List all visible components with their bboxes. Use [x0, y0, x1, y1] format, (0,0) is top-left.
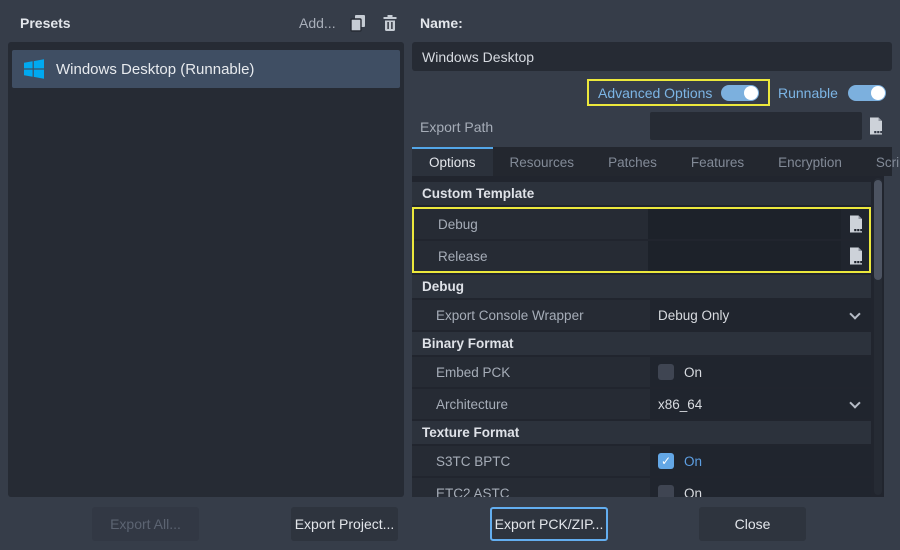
tab-patches[interactable]: Patches — [591, 147, 674, 176]
checkbox-label: On — [684, 486, 702, 498]
runnable-toggle[interactable] — [848, 85, 886, 101]
presets-title: Presets — [20, 15, 71, 31]
option-value-cell: On — [650, 478, 871, 497]
advanced-options-label: Advanced Options — [598, 85, 712, 101]
tab-bar: Options Resources Patches Features Encry… — [412, 147, 892, 176]
option-row-export-console-wrapper: Export Console Wrapper Debug Only — [412, 300, 871, 330]
debug-template-input[interactable] — [648, 209, 841, 239]
option-row-etc2-astc: ETC2 ASTC On — [412, 478, 871, 497]
option-value-cell — [648, 209, 869, 239]
chevron-down-icon — [849, 397, 860, 408]
option-label: Release — [414, 241, 648, 271]
checkbox-label: On — [684, 365, 702, 380]
option-label: Embed PCK — [412, 357, 650, 387]
custom-template-highlight: Debug — [412, 207, 871, 273]
option-row-release-template: Release — [414, 241, 869, 271]
options-panel: Custom Template Debug — [412, 176, 884, 497]
options-scrollbar[interactable] — [874, 178, 882, 495]
preset-list: Windows Desktop (Runnable) — [8, 42, 404, 497]
file-icon — [866, 116, 886, 136]
toggle-knob — [871, 86, 885, 100]
add-preset-button[interactable]: Add... — [299, 15, 336, 31]
export-console-wrapper-dropdown[interactable]: Debug Only — [650, 300, 871, 330]
tab-resources[interactable]: Resources — [493, 147, 592, 176]
preset-item-label: Windows Desktop (Runnable) — [56, 61, 254, 78]
section-header-debug: Debug — [412, 275, 871, 298]
option-label: Debug — [414, 209, 648, 239]
export-dialog: Presets Add... — [0, 0, 900, 550]
delete-preset-button[interactable] — [380, 13, 400, 33]
section-header-binary-format: Binary Format — [412, 332, 871, 355]
option-row-architecture: Architecture x86_64 — [412, 389, 871, 419]
advanced-options-highlight: Advanced Options — [587, 79, 770, 106]
name-label: Name: — [420, 15, 463, 31]
file-icon[interactable] — [846, 214, 866, 234]
windows-logo-icon — [22, 57, 46, 81]
duplicate-icon — [348, 13, 368, 33]
s3tc-bptc-checkbox[interactable]: ✓ — [658, 453, 674, 469]
scrollbar-thumb[interactable] — [874, 180, 882, 280]
chevron-down-icon — [849, 308, 860, 319]
option-row-s3tc-bptc: S3TC BPTC ✓ On — [412, 446, 871, 476]
export-path-label: Export Path — [420, 119, 493, 135]
runnable-label: Runnable — [778, 85, 838, 101]
export-all-button[interactable]: Export All... — [92, 507, 199, 541]
release-template-input[interactable] — [648, 241, 841, 271]
architecture-dropdown[interactable]: x86_64 — [650, 389, 871, 419]
preset-item-windows-desktop[interactable]: Windows Desktop (Runnable) — [12, 50, 400, 88]
option-row-embed-pck: Embed PCK On — [412, 357, 871, 387]
option-label: ETC2 ASTC — [412, 478, 650, 497]
section-header-custom-template: Custom Template — [412, 182, 871, 205]
tab-encryption[interactable]: Encryption — [761, 147, 859, 176]
option-value-cell: ✓ On — [650, 446, 871, 476]
option-label: Architecture — [412, 389, 650, 419]
option-value-cell — [648, 241, 869, 271]
embed-pck-checkbox[interactable] — [658, 364, 674, 380]
close-button[interactable]: Close — [699, 507, 806, 541]
export-path-browse-button[interactable] — [866, 116, 886, 136]
duplicate-preset-button[interactable] — [348, 13, 368, 33]
checkbox-label: On — [684, 454, 702, 469]
tab-options[interactable]: Options — [412, 147, 493, 176]
file-icon[interactable] — [846, 246, 866, 266]
trash-icon — [380, 13, 400, 33]
tab-features[interactable]: Features — [674, 147, 761, 176]
dropdown-value: x86_64 — [658, 397, 702, 412]
export-pck-zip-button[interactable]: Export PCK/ZIP... — [490, 507, 608, 541]
dropdown-value: Debug Only — [658, 308, 729, 323]
etc2-astc-checkbox[interactable] — [658, 485, 674, 497]
option-label: Export Console Wrapper — [412, 300, 650, 330]
export-project-button[interactable]: Export Project... — [291, 507, 398, 541]
options-rows: Custom Template Debug — [412, 182, 871, 497]
option-row-debug-template: Debug — [414, 209, 869, 239]
toggle-knob — [744, 86, 758, 100]
advanced-options-toggle[interactable] — [721, 85, 759, 101]
section-header-texture-format: Texture Format — [412, 421, 871, 444]
tab-scripts[interactable]: Scripts — [859, 147, 900, 176]
name-input[interactable]: Windows Desktop — [412, 42, 892, 71]
export-path-input[interactable] — [650, 112, 862, 140]
runnable-wrap: Runnable — [778, 79, 886, 106]
option-value-cell: On — [650, 357, 871, 387]
option-label: S3TC BPTC — [412, 446, 650, 476]
